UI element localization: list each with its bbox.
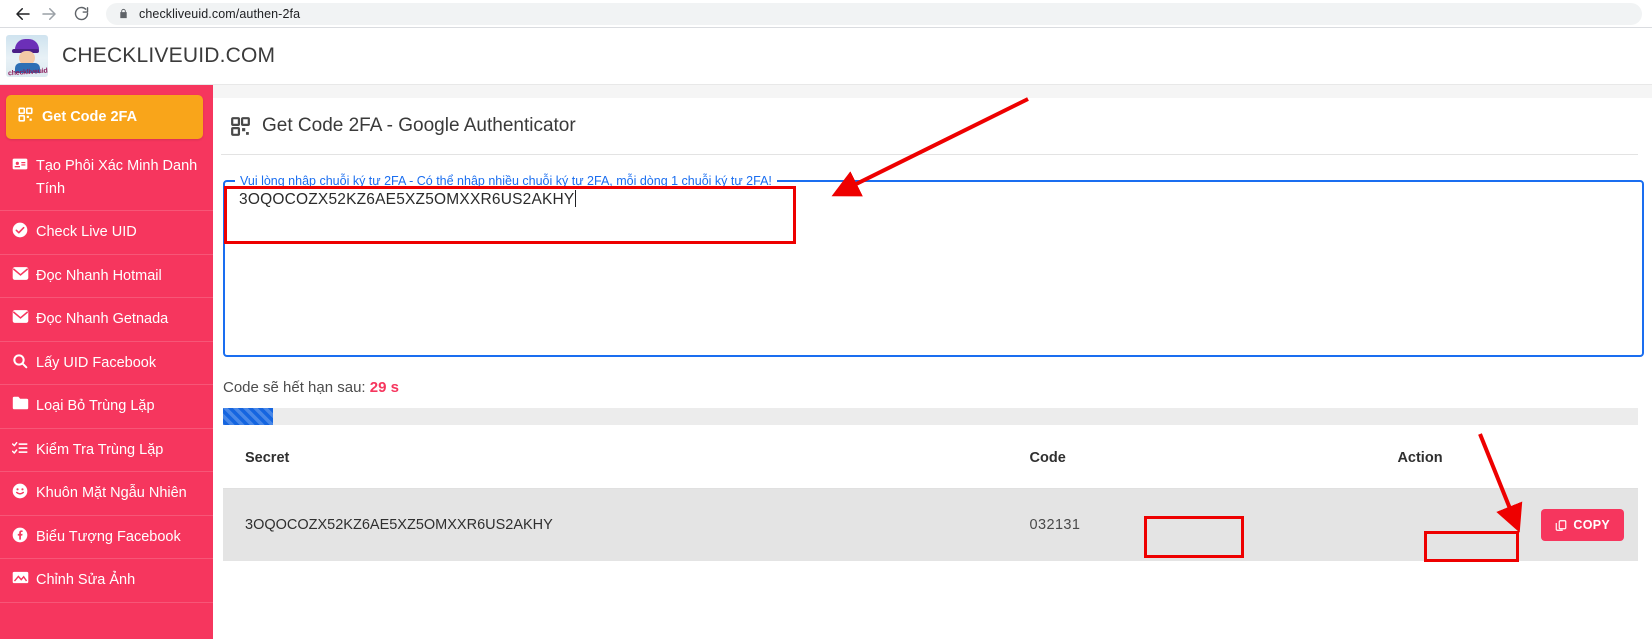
- reload-button[interactable]: [68, 1, 94, 27]
- expire-line: Code sẽ hết hạn sau: 29 s: [223, 379, 1652, 396]
- card-title: Get Code 2FA - Google Authenticator: [262, 115, 576, 136]
- envelope-icon: [12, 309, 36, 324]
- secret-input-value: 3OQOCOZX52KZ6AE5XZ5OMXXR6US2AKHY: [239, 190, 575, 208]
- id-card-icon: [12, 156, 36, 172]
- secret-input-wrapper: Vui lòng nhập chuỗi ký tự 2FA - Có thể n…: [223, 175, 1644, 357]
- browser-toolbar: checkliveuid.com/authen-2fa: [0, 0, 1652, 28]
- check-circle-icon: [12, 222, 36, 238]
- sidebar: Get Code 2FA Tạo Phôi Xác Minh Danh Tính: [0, 85, 213, 639]
- secret-input-legend: Vui lòng nhập chuỗi ký tự 2FA - Có thể n…: [240, 174, 772, 188]
- sidebar-item-doc-nhanh-getnada[interactable]: Đọc Nhanh Getnada: [0, 298, 213, 342]
- cell-action: COPY: [1397, 488, 1638, 561]
- otp-code-value: 032131: [1029, 517, 1081, 533]
- reload-icon: [73, 5, 90, 22]
- sidebar-item-label: Kiểm Tra Trùng Lặp: [36, 441, 164, 458]
- card-header: Get Code 2FA - Google Authenticator: [221, 98, 1638, 155]
- sidebar-item-khuon-mat-ngau-nhien[interactable]: Khuôn Mặt Ngẫu Nhiên: [0, 472, 213, 516]
- qr-code-icon: [18, 107, 42, 122]
- search-icon: [12, 353, 36, 369]
- copy-button[interactable]: COPY: [1541, 509, 1624, 541]
- sidebar-item-chinh-sua-anh[interactable]: Chỉnh Sửa Ảnh: [0, 559, 213, 603]
- sidebar-item-get-code-2fa[interactable]: Get Code 2FA: [6, 95, 203, 140]
- logo-wordmark: checkliveuid: [7, 67, 48, 77]
- url-text: checkliveuid.com/authen-2fa: [139, 6, 301, 21]
- content-top-strip: [213, 85, 1652, 98]
- column-header-secret: Secret: [223, 425, 1030, 489]
- site-logo[interactable]: checkliveuid: [6, 35, 48, 77]
- sidebar-item-lay-uid-facebook[interactable]: Lấy UID Facebook: [0, 342, 213, 386]
- arrow-right-icon: [40, 5, 58, 23]
- arrow-left-icon: [14, 5, 32, 23]
- image-edit-icon: [12, 570, 36, 585]
- sidebar-item-label: Get Code 2FA: [42, 109, 138, 125]
- sidebar-item-label: Loại Bỏ Trùng Lặp: [36, 398, 155, 415]
- sidebar-item-doc-nhanh-hotmail[interactable]: Đọc Nhanh Hotmail: [0, 255, 213, 299]
- sidebar-item-label: Chỉnh Sửa Ảnh: [36, 572, 136, 589]
- codes-table-head: Secret Code Action: [223, 425, 1638, 489]
- sidebar-item-check-live-uid[interactable]: Check Live UID: [0, 211, 213, 255]
- sidebar-item-kiem-tra-trung-lap[interactable]: Kiểm Tra Trùng Lặp: [0, 429, 213, 473]
- sidebar-item-bieu-tuong-facebook[interactable]: Biểu Tượng Facebook: [0, 516, 213, 560]
- sidebar-item-label: Tạo Phôi Xác Minh Danh Tính: [36, 158, 198, 197]
- secret-textarea[interactable]: Vui lòng nhập chuỗi ký tự 2FA - Có thể n…: [223, 175, 1644, 357]
- forward-button[interactable]: [36, 1, 62, 27]
- sidebar-item-label: Lấy UID Facebook: [36, 354, 157, 371]
- expire-label: Code sẽ hết hạn sau:: [223, 379, 366, 396]
- copy-icon: [1555, 519, 1567, 532]
- list-check-icon: [12, 440, 36, 456]
- codes-table-body: 3OQOCOZX52KZ6AE5XZ5OMXXR6US2AKHY 032131: [223, 488, 1638, 561]
- cell-secret: 3OQOCOZX52KZ6AE5XZ5OMXXR6US2AKHY: [223, 488, 1030, 561]
- envelope-icon: [12, 266, 36, 281]
- sidebar-item-label: Đọc Nhanh Hotmail: [36, 267, 162, 284]
- sidebar-item-label: Biểu Tượng Facebook: [36, 528, 181, 545]
- site-header: checkliveuid CHECKLIVEUID.COM: [0, 28, 1652, 85]
- sidebar-item-label: Check Live UID: [36, 224, 137, 241]
- countdown-progress-fill: [223, 408, 274, 425]
- table-row: 3OQOCOZX52KZ6AE5XZ5OMXXR6US2AKHY 032131: [223, 488, 1638, 561]
- sidebar-item-label: Đọc Nhanh Getnada: [36, 311, 169, 328]
- sidebar-item-loai-bo-trung-lap[interactable]: Loại Bỏ Trùng Lặp: [0, 385, 213, 429]
- countdown-progress-track: [223, 408, 1638, 425]
- folder-icon: [12, 396, 36, 410]
- expire-seconds: 29 s: [369, 379, 399, 396]
- lock-icon: [118, 7, 129, 20]
- secret-input-value-row: 3OQOCOZX52KZ6AE5XZ5OMXXR6US2AKHY: [239, 189, 577, 209]
- address-bar[interactable]: checkliveuid.com/authen-2fa: [106, 2, 1642, 25]
- page-title: CHECKLIVEUID.COM: [62, 44, 276, 67]
- main-content: Get Code 2FA - Google Authenticator Vui …: [213, 85, 1652, 639]
- facebook-icon: [12, 527, 36, 543]
- table-header-row: Secret Code Action: [223, 425, 1638, 489]
- column-header-code: Code: [1029, 425, 1398, 489]
- qr-code-icon: [231, 116, 250, 136]
- cell-code: 032131: [1029, 488, 1398, 561]
- back-button[interactable]: [10, 1, 36, 27]
- text-caret: [575, 189, 577, 207]
- codes-table: Secret Code Action 3OQOCOZX52KZ6AE5XZ5OM…: [223, 425, 1638, 561]
- copy-button-label: COPY: [1573, 518, 1610, 532]
- sidebar-item-tao-phoi-xac-minh[interactable]: Tạo Phôi Xác Minh Danh Tính: [0, 145, 213, 212]
- column-header-action: Action: [1397, 425, 1638, 489]
- sidebar-item-label: Khuôn Mặt Ngẫu Nhiên: [36, 485, 187, 502]
- smiley-icon: [12, 483, 36, 499]
